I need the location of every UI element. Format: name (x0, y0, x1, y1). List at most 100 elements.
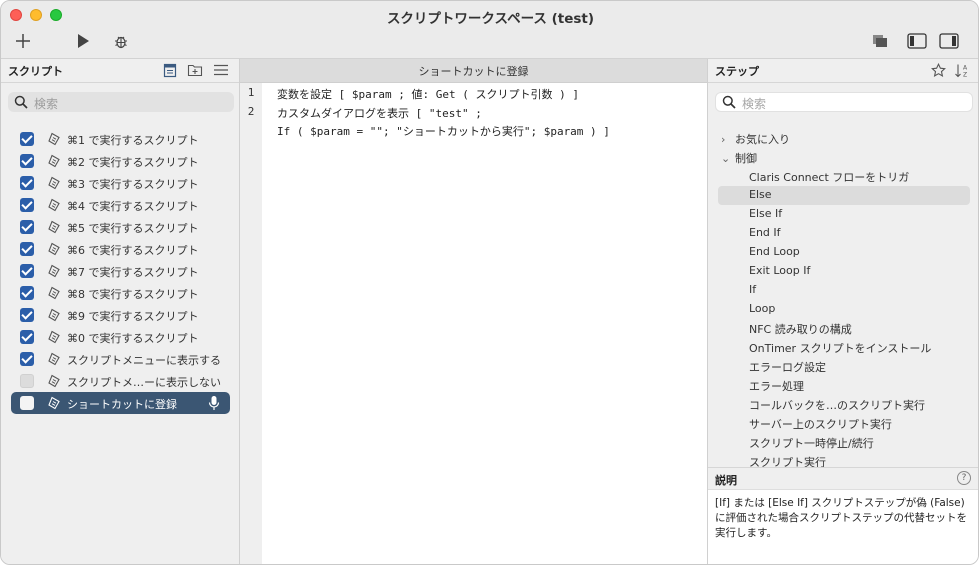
run-script-button[interactable] (72, 30, 94, 52)
step-label: Else If (749, 207, 783, 220)
script-checkbox[interactable] (20, 286, 34, 300)
windows-button[interactable] (869, 30, 891, 52)
step-item[interactable]: エラーログ設定 (718, 357, 970, 376)
script-row[interactable]: スクリプトメ…ーに表示しない (11, 370, 230, 392)
category-favorites[interactable]: › お気に入り (721, 131, 790, 147)
description-pane: 説明 ? [If] または [Else If] スクリプトステップが偽 (Fal… (708, 467, 978, 564)
script-label: ⌘5 で実行するスクリプト (67, 222, 199, 235)
script-row[interactable]: ⌘9 で実行するスクリプト (11, 304, 230, 326)
step-item[interactable]: End Loop (718, 243, 970, 262)
description-text: [If] または [Else If] スクリプトステップが偽 (False) に… (715, 497, 967, 539)
new-script-item-button[interactable] (161, 62, 179, 78)
right-sidebar-icon (939, 33, 959, 49)
script-checkbox[interactable] (20, 220, 34, 234)
search-icon (722, 95, 736, 109)
new-folder-button[interactable] (186, 62, 204, 78)
script-checkbox[interactable] (20, 132, 34, 146)
script-row[interactable]: ⌘4 で実行するスクリプト (11, 194, 230, 216)
step-label: エラー処理 (749, 380, 804, 393)
script-label: ⌘3 で実行するスクリプト (67, 178, 199, 191)
window-title: スクリプトワークスペース (test) (386, 11, 595, 27)
script-row[interactable]: ⌘8 で実行するスクリプト (11, 282, 230, 304)
script-label: ⌘6 で実行するスクリプト (67, 244, 199, 257)
category-control[interactable]: ⌄ 制御 (721, 150, 757, 166)
step-item[interactable]: Loop (718, 300, 970, 319)
sort-button[interactable]: A Z (953, 62, 971, 78)
script-checkbox[interactable] (20, 330, 34, 344)
step-item[interactable]: Else (718, 186, 970, 205)
script-workspace-window: スクリプトワークスペース (test) スクリプト 検索 ⌘1 で実行するスクリ… (0, 0, 979, 565)
description-header: 説明 ? (708, 468, 978, 490)
script-step-line[interactable]: 変数を設定 [ $param ; 値: Get ( スクリプト引数 ) ] (277, 86, 579, 102)
script-icon (48, 220, 60, 234)
script-row[interactable]: ⌘3 で実行するスクリプト (11, 172, 230, 194)
svg-text:Z: Z (963, 71, 967, 78)
left-sidebar-icon (907, 33, 927, 49)
script-icon (48, 352, 60, 366)
favorite-button[interactable] (929, 62, 947, 78)
step-item[interactable]: Claris Connect フローをトリガ (718, 167, 970, 186)
line-number-gutter (240, 83, 262, 564)
script-icon (48, 330, 60, 344)
script-checkbox[interactable] (20, 352, 34, 366)
step-item[interactable]: Else If (718, 205, 970, 224)
script-label: スクリプトメ…ーに表示しない (67, 376, 221, 389)
steps-panel: ステップ A Z 検索 › お気に入り ⌄ 制御 Claris Connect … (707, 59, 978, 564)
debug-script-button[interactable] (110, 30, 132, 52)
script-checkbox[interactable] (20, 154, 34, 168)
scripts-search-field[interactable]: 検索 (8, 92, 234, 112)
script-checkbox[interactable] (20, 264, 34, 278)
script-label: ⌘2 で実行するスクリプト (67, 156, 199, 169)
toggle-left-sidebar-button[interactable] (905, 30, 929, 52)
editor-tab[interactable]: ショートカットに登録 (240, 59, 707, 83)
new-script-icon (163, 63, 177, 77)
step-label: Loop (749, 302, 776, 315)
script-row[interactable]: ⌘2 で実行するスクリプト (11, 150, 230, 172)
step-item[interactable]: スクリプト一時停止/続行 (718, 433, 970, 452)
script-checkbox[interactable] (20, 396, 34, 410)
step-item[interactable]: エラー処理 (718, 376, 970, 395)
step-item[interactable]: If (718, 281, 970, 300)
step-item[interactable]: End If (718, 224, 970, 243)
script-row[interactable]: ⌘1 で実行するスクリプト (11, 128, 230, 150)
line-number: 1 (247, 86, 255, 99)
help-icon[interactable]: ? (957, 471, 971, 485)
steps-search-field[interactable]: 検索 (715, 92, 973, 112)
step-label: Exit Loop If (749, 264, 811, 277)
script-row[interactable]: ⌘0 で実行するスクリプト (11, 326, 230, 348)
new-script-button[interactable] (12, 30, 34, 52)
script-checkbox[interactable] (20, 374, 34, 388)
step-item[interactable]: NFC 読み取りの構成 (718, 319, 970, 338)
script-step-line[interactable]: If ( $param = ""; "ショートカットから実行"; $param … (277, 123, 610, 139)
script-row[interactable]: スクリプトメニューに表示する (11, 348, 230, 370)
script-row[interactable]: ⌘5 で実行するスクリプト (11, 216, 230, 238)
step-item[interactable]: コールバックを…のスクリプト実行 (718, 395, 970, 414)
script-editor: ショートカットに登録 1 変数を設定 [ $param ; 値: Get ( スク… (240, 59, 707, 564)
scripts-search-placeholder: 検索 (34, 97, 59, 111)
step-item[interactable]: Exit Loop If (718, 262, 970, 281)
script-checkbox[interactable] (20, 308, 34, 322)
script-step-line[interactable]: カスタムダイアログを表示 [ "test" ; (277, 105, 482, 121)
script-checkbox[interactable] (20, 198, 34, 212)
scripts-panel-header: スクリプト (1, 59, 239, 83)
toggle-right-sidebar-button[interactable] (937, 30, 961, 52)
script-icon (48, 132, 60, 146)
script-row[interactable]: ショートカットに登録 (11, 392, 230, 414)
line-number: 2 (247, 105, 255, 118)
step-item[interactable]: サーバー上のスクリプト実行 (718, 414, 970, 433)
script-row[interactable]: ⌘6 で実行するスクリプト (11, 238, 230, 260)
category-label: 制御 (735, 152, 757, 165)
step-item[interactable]: OnTimer スクリプトをインストール (718, 338, 970, 357)
new-separator-button[interactable] (212, 62, 230, 78)
step-label: Else (749, 188, 772, 201)
script-label: ショートカットに登録 (67, 398, 177, 411)
new-folder-icon (187, 64, 203, 77)
script-checkbox[interactable] (20, 176, 34, 190)
sort-az-icon: A Z (955, 64, 968, 78)
script-checkbox[interactable] (20, 242, 34, 256)
plus-icon (16, 34, 30, 48)
script-row[interactable]: ⌘7 で実行するスクリプト (11, 260, 230, 282)
script-icon (48, 374, 60, 388)
step-label: End If (749, 226, 781, 239)
script-label: ⌘9 で実行するスクリプト (67, 310, 199, 323)
